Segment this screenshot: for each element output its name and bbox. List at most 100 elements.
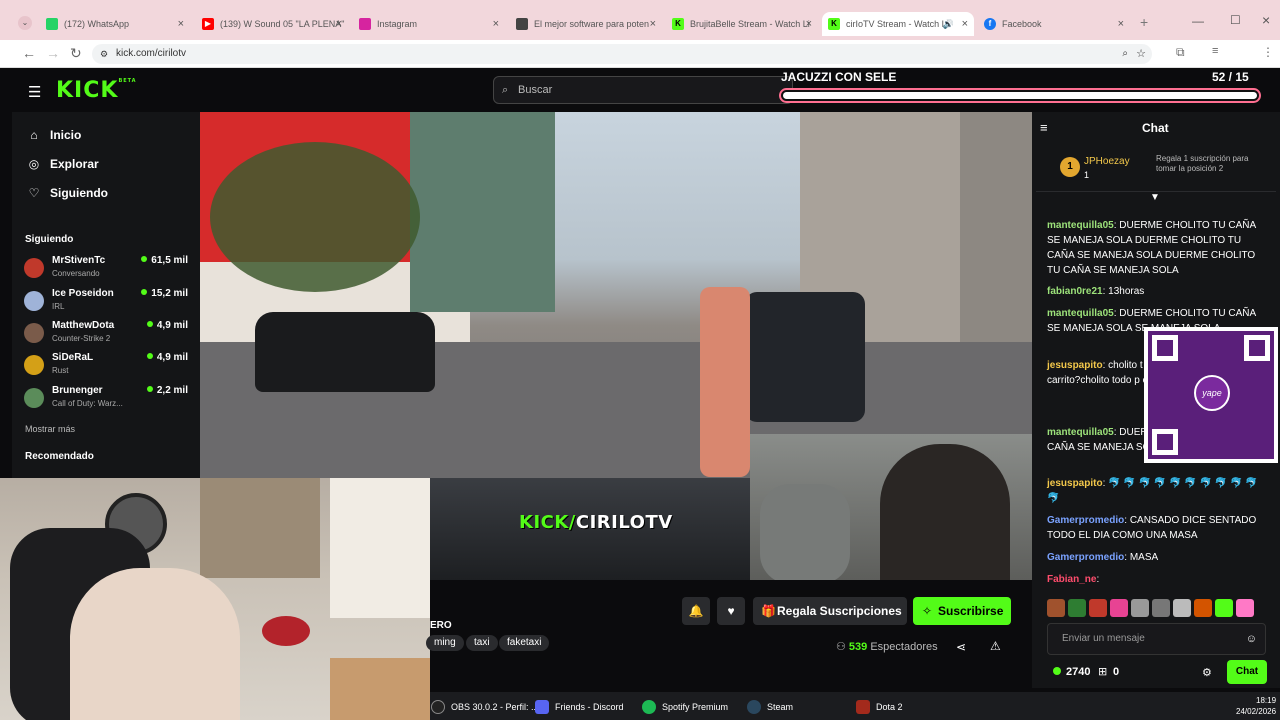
chat-message: mantequilla05: DUERME CHOLITO TU CAÑA SE… [1047,220,1256,276]
tab-search-button[interactable]: ⌄ [18,16,32,30]
bookmark-star-icon[interactable]: ☆ [1136,44,1146,64]
emote-icon[interactable] [1236,599,1254,617]
close-tab-icon[interactable]: × [650,18,656,30]
tab-label: El mejor software para poten [534,19,650,29]
zoom-icon[interactable]: ⌕ [1122,44,1128,64]
search-icon: ⌕ [502,84,509,96]
close-tab-icon[interactable]: × [178,18,184,30]
close-tab-icon[interactable]: × [493,18,499,30]
chat-settings-icon[interactable]: ⚙ [1202,666,1212,679]
sidebar-item-label: Inicio [50,128,82,142]
tab-cirilotv[interactable]: K cirIoTV Stream - Watch Li 🔊 × [822,12,974,36]
tag-gaming[interactable]: ming [426,635,464,651]
chat-username[interactable]: mantequilla05 [1047,427,1114,438]
collapse-chat-icon[interactable]: ≡ [1040,120,1048,135]
emote-icon[interactable] [1089,599,1107,617]
sidebar-item-explorar[interactable]: ◎ Explorar [26,157,99,171]
home-icon: ⌂ [30,128,38,142]
followed-channel-mrstiventc[interactable]: MrStivenTc Conversando 61,5 mil [24,255,190,283]
extensions-icon[interactable]: ⧉ [1176,45,1185,60]
system-clock[interactable]: 18:19 24/02/2026 [1236,695,1276,717]
chat-username[interactable]: mantequilla05 [1047,308,1114,319]
chat-username[interactable]: fabian0re21 [1047,286,1103,297]
emote-icon[interactable] [1152,599,1170,617]
chat-message-input[interactable]: Enviar un mensaje ☺ [1047,623,1266,655]
tab-software[interactable]: El mejor software para poten × [512,12,662,36]
close-tab-icon[interactable]: × [806,18,812,30]
followed-channel-brunenger[interactable]: Brunenger Call of Duty: Warz... 2,2 mil [24,385,190,413]
taskbar-item-steam[interactable]: Steam [747,700,793,714]
tab-youtube[interactable]: ▶ (139) W Sound 05 "LA PLENA" × [198,12,348,36]
url-field[interactable]: ⚙ kick.com/cirilotv ⌕ ☆ [92,44,1152,64]
report-icon[interactable]: ⚠ [990,639,1001,653]
site-info-icon[interactable]: ⚙ [100,44,108,64]
video-player[interactable] [200,112,1032,480]
instagram-icon [359,18,371,30]
tab-whatsapp[interactable]: (172) WhatsApp × [42,12,190,36]
speaker-icon[interactable]: 🔊 [943,19,954,30]
new-tab-button[interactable]: + [1140,14,1148,30]
tab-instagram[interactable]: Instagram × [355,12,505,36]
close-tab-icon[interactable]: × [962,18,968,30]
tag-taxi[interactable]: taxi [466,635,498,651]
url-text: kick.com/cirilotv [116,48,187,59]
sidebar-item-siguiendo[interactable]: ♡ Siguiendo [26,186,108,200]
emote-icon[interactable] [1110,599,1128,617]
gift-subs-button[interactable]: 🎁 Regala Suscripciones [753,597,907,625]
emote-icon[interactable] [1215,599,1233,617]
chat-username[interactable]: mantequilla05 [1047,220,1114,231]
share-icon[interactable]: ⋖ [956,640,966,654]
pinned-user[interactable]: JPHoezay [1084,156,1130,167]
tab-facebook[interactable]: f Facebook × [980,12,1130,36]
tag-faketaxi[interactable]: faketaxi [499,635,550,651]
kick-logo[interactable]: KICKBETA [56,78,137,103]
tab-brujitabelle[interactable]: K BrujitaBelle Stream - Watch Li × [668,12,818,36]
taskbar-item-obs[interactable]: OBS 30.0.2 - Perfil: ... [431,700,539,714]
hamburger-menu-icon[interactable]: ☰ [28,83,41,101]
chat-username[interactable]: Gamerpromedio [1047,515,1124,526]
taskbar-item-spotify[interactable]: Spotify Premium [642,700,728,714]
media-control-icon[interactable]: ≡ [1212,45,1218,57]
emoji-icon[interactable]: ☺ [1246,624,1257,654]
taskbar-item-dota[interactable]: Dota 2 [856,700,903,714]
gift-icon: 🎁 [761,604,776,618]
forward-arrow-icon[interactable]: → [46,45,60,61]
close-tab-icon[interactable]: × [1118,18,1124,30]
search-input[interactable]: ⌕ Buscar [493,76,793,104]
emote-icon[interactable] [1194,599,1212,617]
channel-name: Ice Poseidon [52,288,114,299]
qr-finder-bottom-left [1152,429,1178,455]
follow-button[interactable]: ♥ [717,597,745,625]
followed-channel-sideral[interactable]: SiDeRaL Rust 4,9 mil [24,352,190,380]
back-arrow-icon[interactable]: ← [22,45,36,61]
followed-channel-iceposeidon[interactable]: Ice Poseidon IRL 15,2 mil [24,288,190,316]
emote-icon[interactable] [1068,599,1086,617]
taskbar-item-discord[interactable]: Friends - Discord [535,700,624,714]
window-close-button[interactable]: × [1262,12,1270,28]
send-chat-button[interactable]: Chat [1227,660,1267,684]
emote-icon[interactable] [1131,599,1149,617]
channel-points[interactable]: 2740 [1053,666,1090,678]
chat-username[interactable]: jesuspapito [1047,360,1103,371]
notifications-button[interactable]: 🔔 [682,597,710,625]
followed-channel-matthewdota[interactable]: MatthewDota Counter-Strike 2 4,9 mil [24,320,190,348]
maximize-button[interactable]: ☐ [1230,13,1241,27]
gift-box-icon[interactable]: ⊞ [1098,665,1107,678]
viewer-label: Espectadores [870,641,938,653]
yape-logo: yape [1194,375,1230,411]
emote-icon[interactable] [1173,599,1191,617]
emote-icon[interactable] [1047,599,1065,617]
chat-username[interactable]: Gamerpromedio [1047,552,1124,563]
chat-username[interactable]: jesuspapito [1047,478,1103,489]
chat-title: Chat [1142,121,1169,135]
close-tab-icon[interactable]: × [336,18,342,30]
scroll-down-icon[interactable]: ▼ [1150,192,1160,203]
minimize-button[interactable]: — [1192,14,1204,28]
chat-username[interactable]: Fabian_ne [1047,574,1096,585]
chat-message: Gamerpromedio: CANSADO DICE SENTADO TODO… [1047,515,1257,541]
subscribe-button[interactable]: ✧ Suscribirse [913,597,1011,625]
show-more-link[interactable]: Mostrar más [25,424,75,434]
reload-icon[interactable]: ↻ [70,45,82,62]
browser-menu-icon[interactable]: ⋮ [1262,45,1274,59]
sidebar-item-inicio[interactable]: ⌂ Inicio [26,128,81,142]
